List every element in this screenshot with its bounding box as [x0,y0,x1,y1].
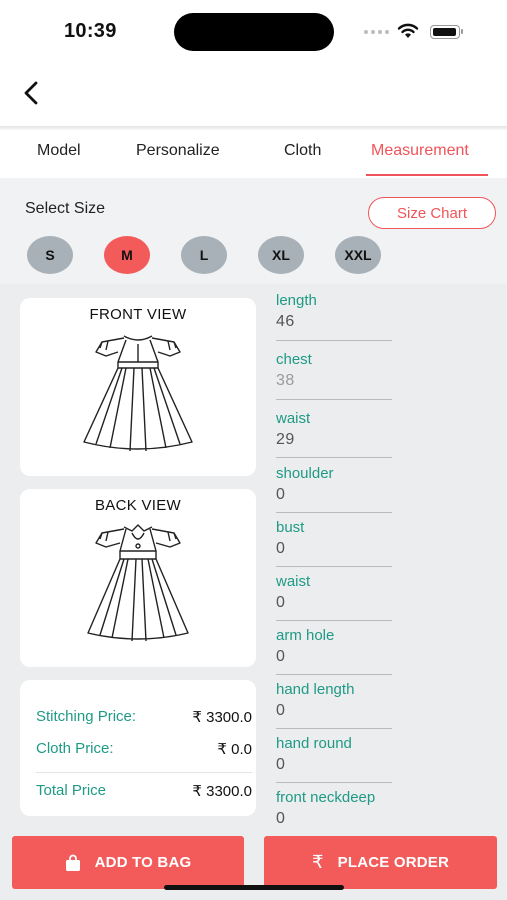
measurement-label: hand round [276,735,352,752]
home-indicator [164,885,344,890]
measurement-input[interactable]: 0 [276,486,392,504]
measurement-underline [276,457,392,458]
shopping-bag-icon [65,854,80,871]
size-chip-m[interactable]: M [104,236,150,274]
stitching-price-label: Stitching Price: [36,708,137,725]
stitching-price-value: ₹ 3300.0 [192,709,252,726]
place-order-button[interactable]: ₹ PLACE ORDER [264,836,497,889]
measurement-underline [276,728,392,729]
measurement-underline [276,512,392,513]
active-tab-indicator [366,174,488,176]
size-chip-xl[interactable]: XL [258,236,304,274]
measurement-label: length [276,292,317,309]
measurement-arm-hole[interactable]: arm hole 0 [276,627,392,666]
measurement-input[interactable]: 46 [276,313,392,331]
chevron-left-icon [24,81,38,105]
cloth-price-row: Cloth Price: ₹ 0.0 [36,740,252,758]
measurement-length[interactable]: length 46 [276,292,392,331]
battery-icon [430,25,463,39]
measurement-waist[interactable]: waist 29 [276,410,392,449]
tab-bar: Model Personalize Cloth Measurement [0,130,507,178]
status-icons [364,22,474,42]
measurement-underline [276,674,392,675]
measurement-front-neckdeep[interactable]: front neckdeep 0 [276,789,392,828]
measurement-underline [276,620,392,621]
measurement-bust[interactable]: bust 0 [276,519,392,558]
tab-cloth[interactable]: Cloth [284,142,321,160]
measurement-label: waist [276,573,311,590]
dress-front-icon [83,335,193,452]
size-chart-button[interactable]: Size Chart [368,197,496,229]
status-time: 10:39 [64,20,117,42]
back-view-card: BACK VIEW [20,489,256,667]
measurement-input[interactable]: 0 [276,702,392,720]
measurement-underline [276,340,392,341]
wifi-icon [397,23,419,38]
back-view-title: BACK VIEW [94,497,182,514]
measurement-input[interactable]: 29 [276,431,392,449]
add-to-bag-label: ADD TO BAG [94,854,192,871]
measurement-label: chest [276,351,312,368]
total-price-label: Total Price [36,782,107,799]
measurement-content: FRONT VIEW BACK VIEW Stitching Price: ₹ … [0,284,507,900]
dress-back-icon [87,524,189,642]
measurement-input[interactable]: 0 [276,648,392,666]
tab-measurement[interactable]: Measurement [371,142,469,160]
measurement-label: shoulder [276,465,334,482]
add-to-bag-button[interactable]: ADD TO BAG [12,836,244,889]
select-size-label: Select Size [25,200,106,217]
measurement-input[interactable]: 0 [276,594,392,612]
status-bar: 10:39 [0,0,507,62]
measurement-label: hand length [276,681,355,698]
measurement-input[interactable]: 0 [276,810,392,828]
cloth-price-label: Cloth Price: [36,740,114,757]
total-price-row: Total Price ₹ 3300.0 [36,782,252,800]
size-chip-l[interactable]: L [181,236,227,274]
measurement-shoulder[interactable]: shoulder 0 [276,465,392,504]
place-order-label: PLACE ORDER [337,854,450,871]
size-chip-xxl[interactable]: XXL [335,236,381,274]
size-selector: Select Size Size Chart S M L XL XXL [0,178,507,284]
dynamic-island [174,13,334,51]
measurement-waist-2[interactable]: waist 0 [276,573,392,612]
stitching-price-row: Stitching Price: ₹ 3300.0 [36,708,252,726]
price-divider [36,772,252,773]
tab-model[interactable]: Model [37,142,81,160]
measurement-chest[interactable]: chest 38 [276,351,392,390]
back-button[interactable] [16,76,46,110]
measurement-input[interactable]: 38 [276,372,392,390]
cloth-price-value: ₹ 0.0 [217,741,252,758]
price-summary-card: Stitching Price: ₹ 3300.0 Cloth Price: ₹… [20,680,256,816]
measurement-underline [276,782,392,783]
rupee-icon: ₹ [311,852,324,872]
total-price-value: ₹ 3300.0 [192,783,252,800]
app-header [0,62,507,126]
measurement-label: bust [276,519,305,536]
cellular-icon [364,30,389,34]
size-chip-s[interactable]: S [27,236,73,274]
measurement-underline [276,566,392,567]
measurement-hand-length[interactable]: hand length 0 [276,681,392,720]
measurement-hand-round[interactable]: hand round 0 [276,735,392,774]
measurement-label: waist [276,410,311,427]
measurement-input[interactable]: 0 [276,756,392,774]
front-view-title: FRONT VIEW [89,306,187,323]
tab-personalize[interactable]: Personalize [136,142,220,160]
measurement-input[interactable]: 0 [276,540,392,558]
measurement-label: arm hole [276,627,335,644]
front-view-card: FRONT VIEW [20,298,256,476]
measurement-label: front neckdeep [276,789,376,806]
measurement-underline [276,399,392,400]
